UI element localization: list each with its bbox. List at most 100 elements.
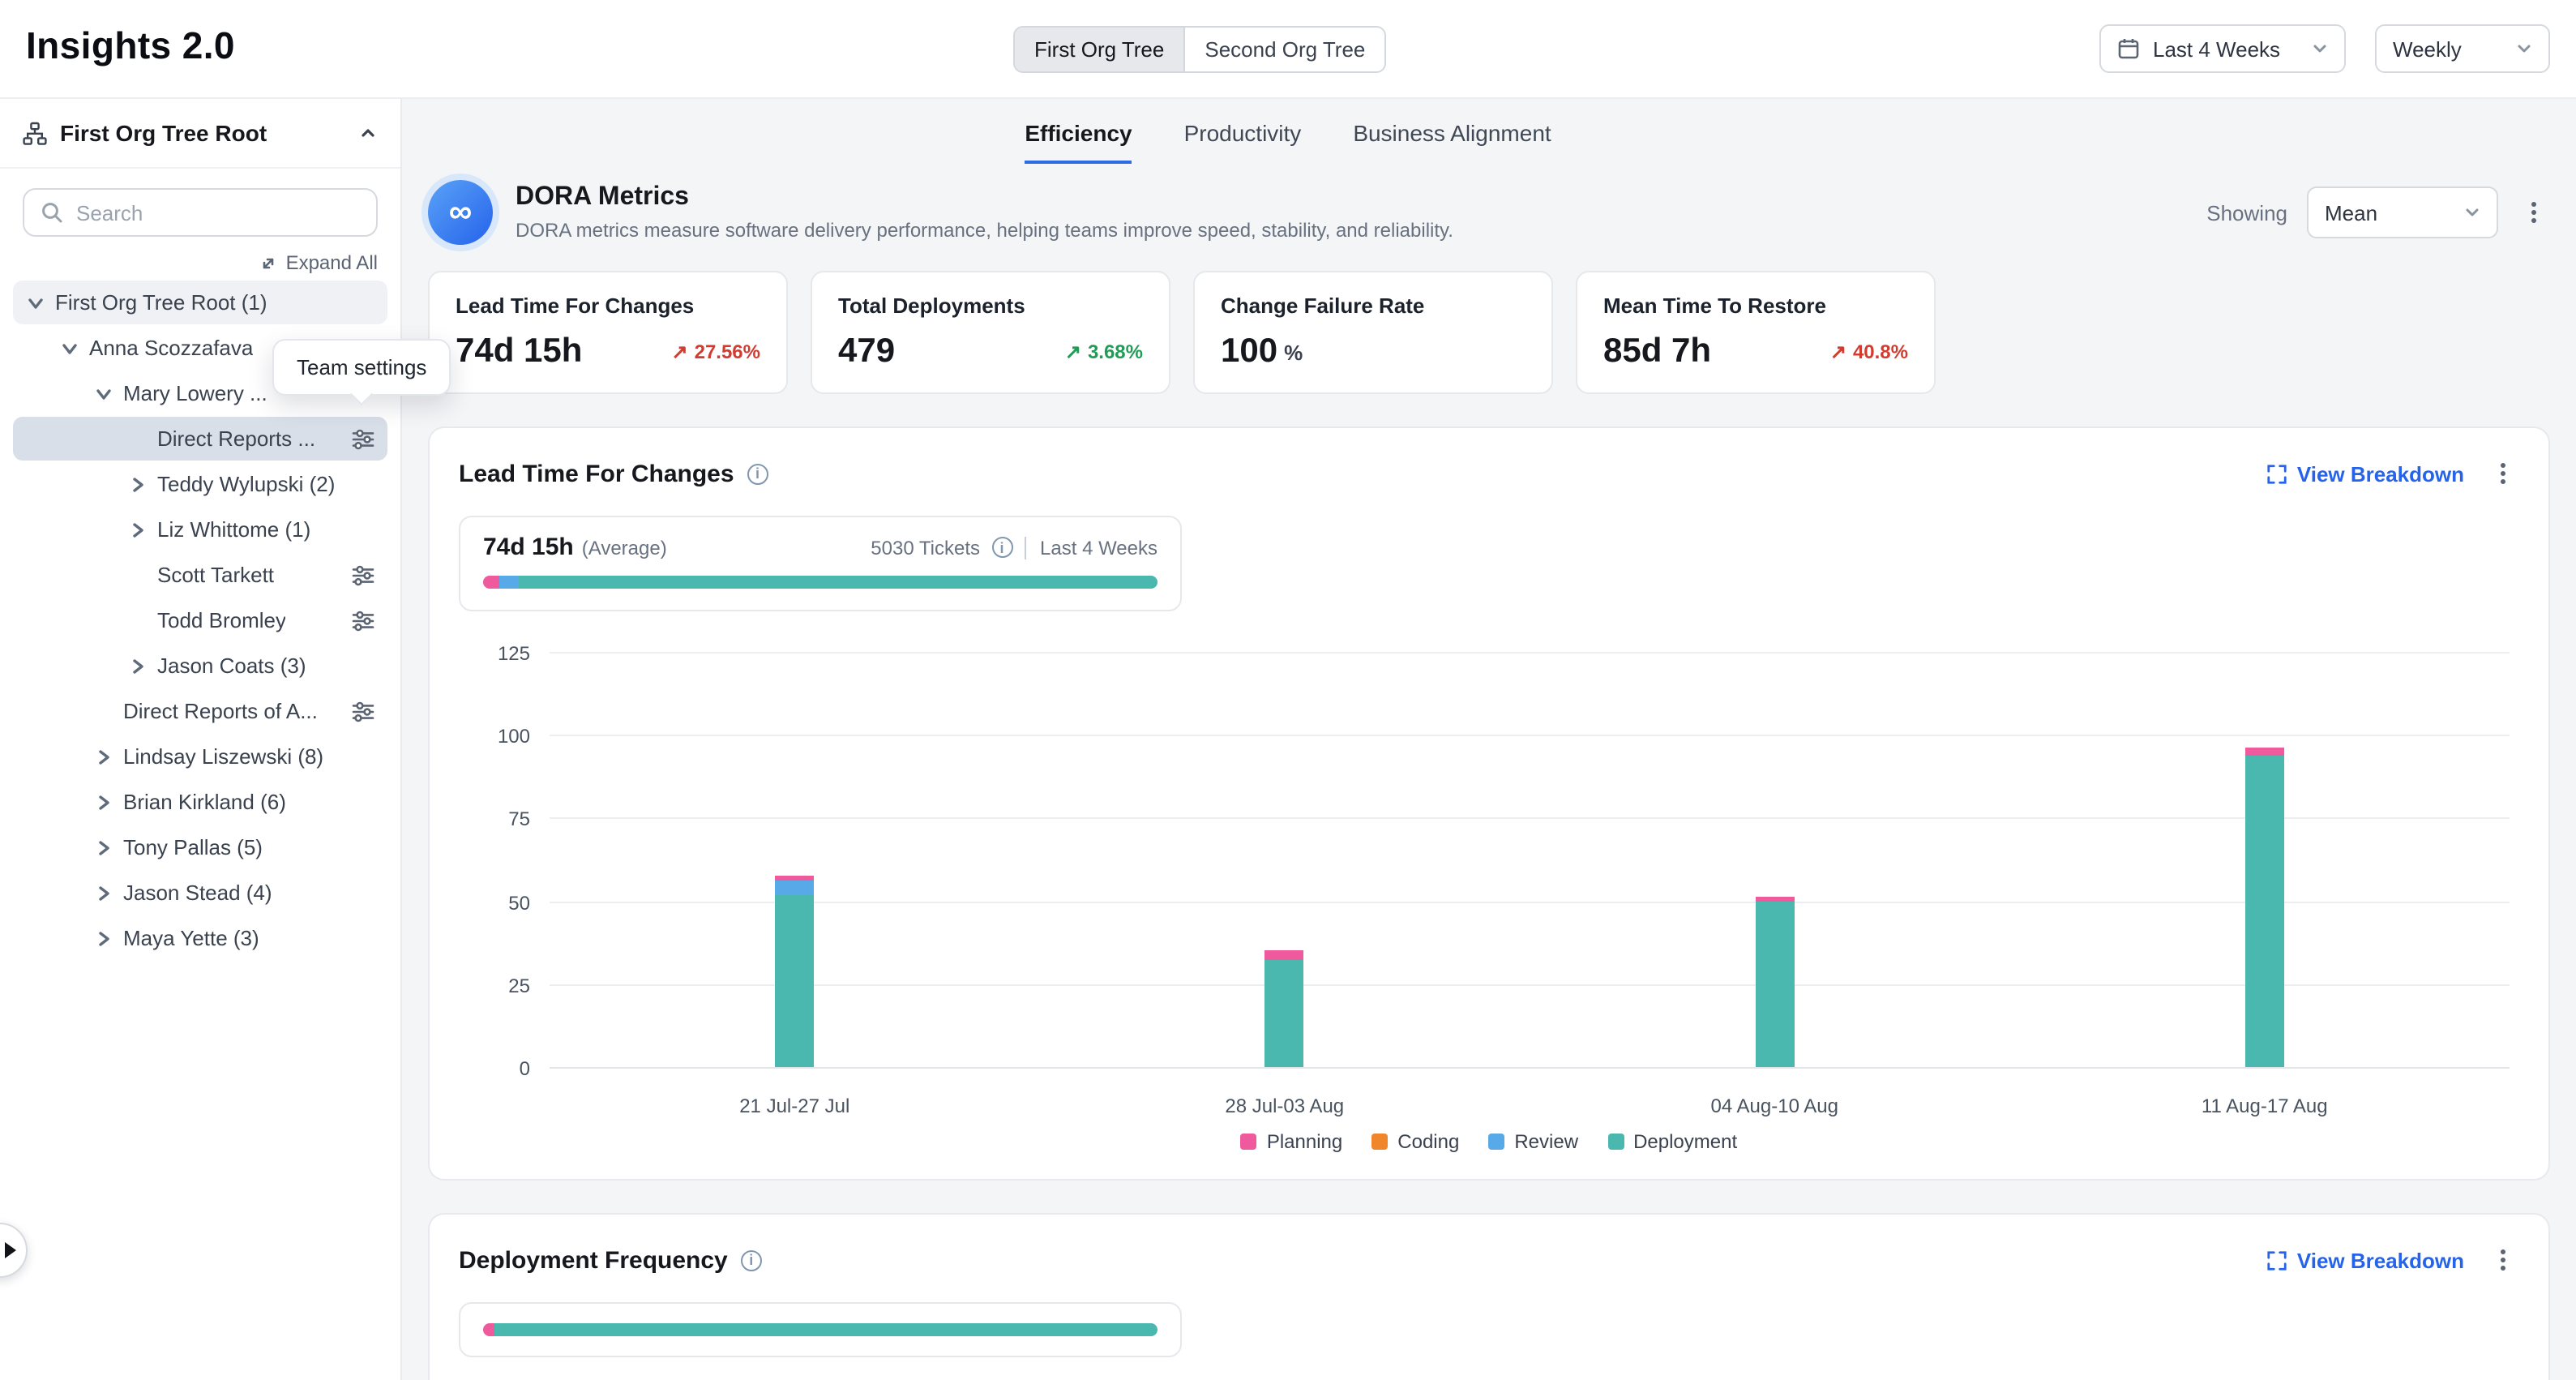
legend-item-coding[interactable]: Coding [1371,1130,1459,1153]
search-input[interactable] [76,200,360,225]
date-range-select[interactable]: Last 4 Weeks [2099,24,2346,73]
expand-all-button[interactable]: Expand All [23,251,378,274]
metric-delta-value: 40.8% [1853,341,1908,363]
info-icon[interactable] [991,537,1012,558]
tree-item-label: Teddy Wylupski (2) [157,472,335,496]
summary-value: 74d 15h [483,534,574,561]
bar-segment-planning [2245,748,2284,755]
chevron-icon[interactable] [94,384,123,403]
org-tree-tab-first-org-tree[interactable]: First Org Tree [1015,28,1183,71]
metric-value: 479 [838,332,895,371]
info-icon[interactable] [747,463,768,484]
tree-item-label: First Org Tree Root (1) [55,290,267,315]
legend-item-review[interactable]: Review [1488,1130,1578,1153]
chevron-icon[interactable] [94,838,123,857]
expand-icon [2266,463,2287,484]
distribution-segment-planning [483,1323,494,1336]
aggregation-select[interactable]: Mean [2307,186,2498,238]
legend-label: Review [1514,1130,1578,1153]
legend-item-deployment[interactable]: Deployment [1607,1130,1737,1153]
bar-21-jul-27-jul[interactable] [775,876,814,1067]
lead-time-panel: Lead Time For Changes View Breakdown 74d… [428,426,2550,1181]
sidebar-title: First Org Tree Root [60,120,267,146]
tab-productivity[interactable]: Productivity [1184,120,1302,164]
info-icon[interactable] [741,1249,762,1271]
team-settings-icon[interactable] [342,609,374,632]
tree-item-todd-bromley[interactable]: Todd Bromley [13,598,387,642]
app-title: Insights 2.0 [26,24,235,68]
calendar-icon [2117,37,2140,60]
chevron-icon[interactable] [128,520,157,539]
metric-delta: ↗ 3.68% [1065,341,1143,363]
legend-label: Planning [1267,1130,1342,1153]
kebab-menu-icon[interactable] [2487,457,2519,490]
team-settings-icon[interactable] [342,700,374,722]
sidebar-collapse-handle[interactable] [0,1223,28,1278]
bar-segment-deployment [2245,755,2284,1067]
chevron-icon[interactable] [128,656,157,675]
team-settings-icon[interactable] [342,564,374,586]
legend-swatch [1371,1134,1388,1150]
tree-item-maya-yette-3[interactable]: Maya Yette (3) [13,916,387,960]
chevron-icon[interactable] [60,338,89,358]
bar-segment-deployment [775,894,814,1067]
tab-efficiency[interactable]: Efficiency [1025,120,1132,164]
view-breakdown-link[interactable]: View Breakdown [2266,1248,2464,1272]
summary-period: Last 4 Weeks [1024,536,1157,559]
distribution-segment-planning [483,576,499,589]
metric-card-mean-time-to-restore: Mean Time To Restore 85d 7h ↗ 40.8% [1576,271,1936,394]
view-breakdown-label: View Breakdown [2297,461,2464,486]
chevron-icon[interactable] [94,883,123,902]
legend-swatch [1607,1134,1624,1150]
chevron-icon[interactable] [94,792,123,812]
metric-value: 100 [1221,332,1277,371]
chevron-up-icon[interactable] [358,123,378,143]
sidebar-header: First Org Tree Root [0,99,400,169]
tree-item-label: Liz Whittome (1) [157,517,310,542]
tree-item-direct-reports-of-a[interactable]: Direct Reports of A... [13,689,387,733]
chevron-icon[interactable] [128,474,157,494]
tooltip-label: Team settings [297,355,426,379]
chevron-icon[interactable] [26,293,55,312]
view-breakdown-link[interactable]: View Breakdown [2266,461,2464,486]
chevron-icon[interactable] [94,928,123,948]
tree-item-tony-pallas-5[interactable]: Tony Pallas (5) [13,825,387,869]
org-tree-tab-second-org-tree[interactable]: Second Org Tree [1183,28,1384,71]
granularity-select[interactable]: Weekly [2375,24,2550,73]
tree-item-first-org-tree-root-1[interactable]: First Org Tree Root (1) [13,281,387,324]
tree-item-label: Brian Kirkland (6) [123,790,286,814]
legend-swatch [1488,1134,1504,1150]
panel-title: Deployment Frequency [459,1246,728,1274]
dora-title: DORA Metrics [516,183,1453,212]
metric-title: Total Deployments [838,294,1143,318]
tree-item-scott-tarkett[interactable]: Scott Tarkett [13,553,387,597]
tree-item-jason-coats-3[interactable]: Jason Coats (3) [13,644,387,688]
tree-item-lindsay-liszewski-8[interactable]: Lindsay Liszewski (8) [13,735,387,778]
showing-label: Showing [2206,200,2287,225]
tree-item-jason-stead-4[interactable]: Jason Stead (4) [13,871,387,915]
trend-up-arrow-icon: ↗ [671,341,687,363]
tab-business-alignment[interactable]: Business Alignment [1353,120,1551,164]
chevron-right-icon [5,1242,16,1258]
team-settings-icon[interactable] [342,427,374,450]
bar-11-aug-17-aug[interactable] [2245,748,2284,1067]
chart-x-axis: 21 Jul-27 Jul28 Jul-03 Aug04 Aug-10 Aug1… [550,1082,2510,1124]
team-settings-tooltip: Team settings [272,339,451,396]
expand-all-label: Expand All [286,251,378,274]
chevron-icon[interactable] [94,747,123,766]
metric-delta: ↗ 40.8% [1830,341,1908,363]
bar-28-jul-03-aug[interactable] [1265,951,1304,1067]
tree-item-teddy-wylupski-2[interactable]: Teddy Wylupski (2) [13,462,387,506]
trend-up-arrow-icon: ↗ [1065,341,1081,363]
lead-time-distribution-bar [483,576,1157,589]
legend-item-planning[interactable]: Planning [1241,1130,1342,1153]
metric-unit: % [1284,340,1303,364]
bar-04-aug-10-aug[interactable] [1755,896,1794,1067]
trend-up-arrow-icon: ↗ [1830,341,1846,363]
x-axis-label: 21 Jul-27 Jul [739,1095,849,1117]
tree-item-brian-kirkland-6[interactable]: Brian Kirkland (6) [13,780,387,824]
kebab-menu-icon[interactable] [2518,196,2550,229]
kebab-menu-icon[interactable] [2487,1244,2519,1276]
tree-item-liz-whittome-1[interactable]: Liz Whittome (1) [13,508,387,551]
tree-item-direct-reports[interactable]: Direct Reports ... [13,417,387,461]
